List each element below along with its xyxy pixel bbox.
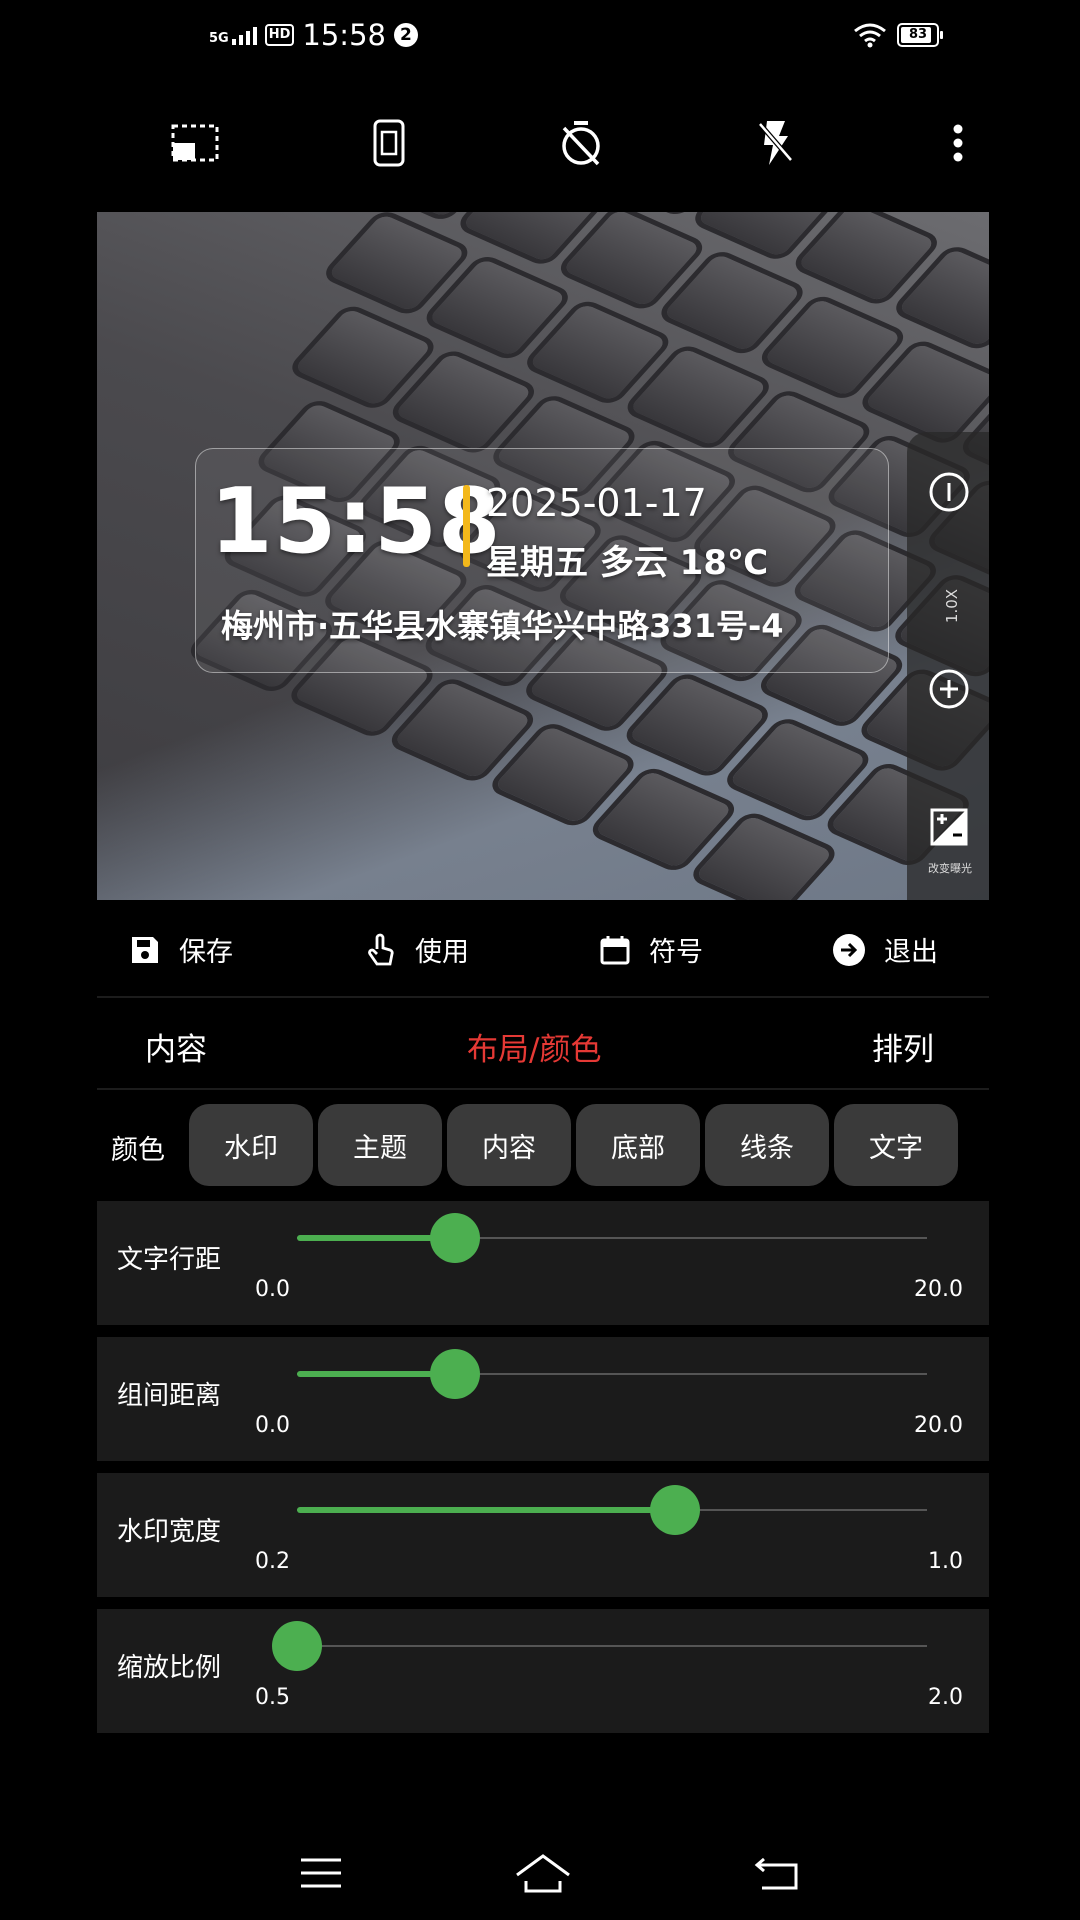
color-chip-footer[interactable]: 底部 <box>576 1104 700 1186</box>
slider-label: 组间距离 <box>117 1381 222 1411</box>
tab-arrange[interactable]: 排列 <box>872 1024 934 1069</box>
color-chip-content[interactable]: 内容 <box>447 1104 571 1186</box>
aspect-ratio-icon[interactable] <box>167 115 223 171</box>
exposure-icon[interactable] <box>929 807 969 851</box>
wifi-icon <box>854 23 886 48</box>
slider-fill <box>297 1507 675 1513</box>
status-time: 15:58 <box>302 18 386 52</box>
exposure-label: 改变曝光 <box>928 862 972 875</box>
slider-track[interactable] <box>297 1349 927 1399</box>
camera-viewfinder[interactable]: 15:58 2025-01-17 星期五 多云 18℃ 梅州市·五华县水寨镇华兴… <box>97 212 989 900</box>
calendar-icon <box>600 935 630 964</box>
color-chip-text[interactable]: 文字 <box>834 1104 958 1186</box>
zoom-panel: 1.0X 改变曝光 <box>907 432 989 900</box>
slider-group-spacing: 组间距离 0.0 20.0 <box>97 1337 989 1461</box>
slider-thumb[interactable] <box>650 1485 700 1535</box>
slider-thumb[interactable] <box>429 1213 480 1263</box>
home-nav-icon[interactable] <box>513 1848 573 1898</box>
use-label: 使用 <box>415 937 469 968</box>
notification-badge: 2 <box>393 23 418 47</box>
battery-level: 83 <box>908 27 928 42</box>
watermark-date: 2025-01-17 <box>486 481 707 525</box>
symbol-button[interactable]: 符号 <box>599 930 703 969</box>
touch-icon <box>368 933 394 965</box>
save-button[interactable]: 保存 <box>129 930 233 969</box>
slider-min: 0.0 <box>255 1413 290 1438</box>
tab-content[interactable]: 内容 <box>145 1024 207 1069</box>
watermark-address: 梅州市·五华县水寨镇华兴中路331号-4 <box>221 607 784 645</box>
slider-track[interactable] <box>272 1621 927 1671</box>
hd-badge: HD <box>264 24 295 46</box>
slider-track[interactable] <box>297 1485 927 1535</box>
flash-off-icon[interactable] <box>747 115 803 171</box>
network-type: 5G <box>209 31 229 46</box>
slider-min: 0.0 <box>255 1277 290 1302</box>
color-chip-line[interactable]: 线条 <box>705 1104 829 1186</box>
menu-nav-icon[interactable] <box>291 1848 351 1898</box>
watermark-overlay[interactable]: 15:58 2025-01-17 星期五 多云 18℃ 梅州市·五华县水寨镇华兴… <box>195 448 889 673</box>
slider-watermark-width: 水印宽度 0.2 1.0 <box>97 1473 989 1597</box>
color-selector-row: 颜色 水印 主题 内容 底部 线条 文字 <box>97 1090 989 1200</box>
zoom-out-icon[interactable] <box>927 470 971 518</box>
arrow-right-circle-icon <box>833 933 865 966</box>
watermark-weekday-weather: 星期五 多云 18℃ <box>486 543 769 583</box>
tab-layout-color[interactable]: 布局/颜色 <box>467 1024 601 1069</box>
status-bar: 5G HD 15:58 2 83 <box>97 0 989 80</box>
timer-off-icon[interactable] <box>553 115 609 171</box>
settings-tabs: 内容 布局/颜色 排列 <box>97 996 989 1090</box>
action-bar: 保存 使用 符号 退出 <box>97 900 989 992</box>
slider-label: 文字行距 <box>117 1245 222 1275</box>
slider-thumb[interactable] <box>272 1621 322 1671</box>
zoom-in-icon[interactable] <box>927 667 971 715</box>
zoom-level: 1.0X <box>943 588 961 624</box>
status-right: 83 <box>853 22 943 48</box>
slider-line-spacing: 文字行距 0.0 20.0 <box>97 1201 989 1325</box>
slider-min: 0.5 <box>255 1685 290 1710</box>
color-chip-theme[interactable]: 主题 <box>318 1104 442 1186</box>
exit-button[interactable]: 退出 <box>832 930 938 969</box>
use-button[interactable]: 使用 <box>365 930 469 969</box>
symbol-label: 符号 <box>649 937 703 968</box>
battery-icon: 83 <box>897 23 943 47</box>
slider-thumb[interactable] <box>429 1349 480 1399</box>
slider-max: 20.0 <box>914 1413 963 1438</box>
color-row-label: 颜色 <box>111 1135 165 1166</box>
slider-min: 0.2 <box>255 1549 290 1574</box>
signal-bars-icon <box>231 25 257 45</box>
watermark-divider-bar <box>463 485 470 567</box>
save-label: 保存 <box>179 937 233 968</box>
phone-frame-icon[interactable] <box>361 115 417 171</box>
slider-max: 20.0 <box>914 1277 963 1302</box>
slider-label: 缩放比例 <box>117 1653 222 1683</box>
slider-label: 水印宽度 <box>117 1517 222 1547</box>
exit-label: 退出 <box>884 937 938 968</box>
color-chip-watermark[interactable]: 水印 <box>189 1104 313 1186</box>
phone-screen: 5G HD 15:58 2 83 15:58 2025-01-17 星期五 多云… <box>97 0 989 1920</box>
back-nav-icon[interactable] <box>747 1848 807 1898</box>
more-vertical-icon[interactable] <box>930 115 986 171</box>
slider-max: 1.0 <box>928 1549 963 1574</box>
signal-indicator: 5G <box>209 25 257 45</box>
slider-max: 2.0 <box>928 1685 963 1710</box>
slider-track[interactable] <box>297 1213 927 1263</box>
status-left: 5G HD 15:58 2 <box>209 18 418 52</box>
watermark-time: 15:58 <box>210 469 502 574</box>
save-icon <box>132 936 158 963</box>
slider-scale-ratio: 缩放比例 0.5 2.0 <box>97 1609 989 1733</box>
